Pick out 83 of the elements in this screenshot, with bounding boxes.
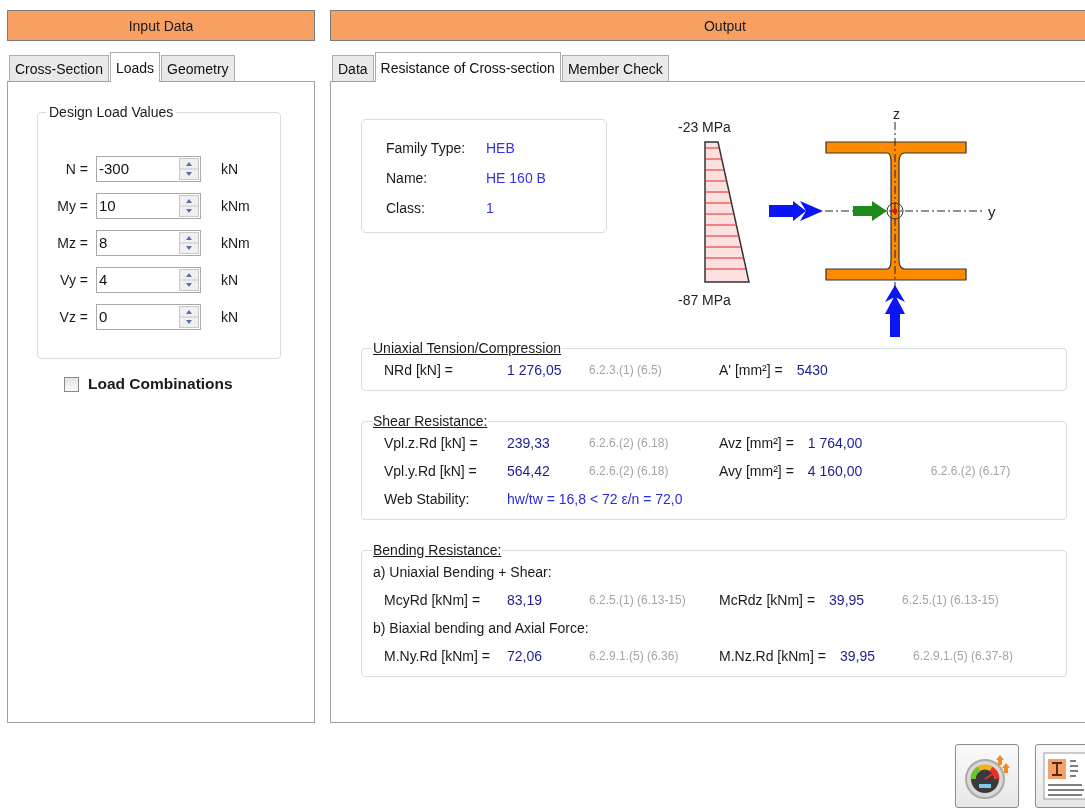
checkbox[interactable] [64, 376, 79, 392]
tab[interactable]: Geometry [161, 55, 235, 81]
stress-label: -87 MPa [678, 292, 731, 308]
centroid-icon [886, 202, 904, 220]
result-value: 1 764,00 [807, 435, 864, 451]
result-value: 83,19 [507, 592, 544, 608]
spin-field[interactable]: 0 [96, 303, 201, 330]
result-value: 72,06 [507, 648, 544, 664]
result-label: M.Nz.Rd [kNm] = [719, 648, 826, 664]
code-reference: 6.2.5.(1) (6.13-15) [589, 593, 687, 607]
axis-label: y [988, 203, 996, 220]
unit-label: kN [221, 308, 239, 325]
result-value: 5430 [796, 362, 829, 378]
result-label: McRdz [kNm] = [719, 592, 816, 608]
result-value: 564,42 [507, 463, 551, 479]
double-arrow-icon [769, 201, 823, 221]
tab[interactable]: Data [332, 55, 374, 81]
info-value: HEB [486, 140, 515, 156]
gauge-button[interactable] [955, 744, 1019, 808]
code-reference: 6.2.6.(2) (6.18) [589, 464, 670, 478]
result-value: 4 160,00 [807, 463, 864, 479]
result-value: 39,95 [829, 592, 866, 608]
spin-field[interactable]: 8 [96, 229, 201, 256]
info-value: 1 [486, 200, 494, 216]
result-label: M.Ny.Rd [kNm] = [384, 648, 491, 664]
unit-label: kNm [221, 234, 250, 251]
spinner-icon[interactable] [179, 194, 199, 217]
spinner-icon[interactable] [179, 305, 199, 328]
result-label: McyRd [kNm] = [384, 592, 482, 608]
info-label: Class: [386, 200, 426, 216]
stress-label: -23 MPa [678, 119, 731, 135]
report-button[interactable] [1035, 744, 1085, 808]
spinner-icon[interactable] [179, 268, 199, 291]
stability-check: hw/tw = 16,8 < 72 ε/n = 72,0 [507, 491, 683, 507]
panel-header: Input Data [7, 10, 315, 41]
spin-field[interactable]: -300 [96, 155, 201, 182]
info-value: HE 160 B [486, 170, 546, 186]
code-reference: 6.2.5.(1) (6.13-15) [902, 593, 999, 607]
spinner-icon[interactable] [179, 231, 199, 254]
result-label: Avy [mm²] = [719, 463, 794, 479]
spinner-icon[interactable] [179, 157, 199, 180]
tab[interactable]: Member Check [561, 55, 669, 81]
result-label: Vpl.y.Rd [kN] = [384, 463, 478, 479]
code-reference: 6.2.6.(2) (6.17) [930, 464, 1011, 478]
unit-label: kNm [221, 197, 250, 214]
double-arrow-icon [885, 285, 905, 337]
unit-label: kN [221, 271, 239, 288]
result-value: 39,95 [839, 648, 876, 664]
result-value: 239,33 [507, 435, 551, 451]
result-label: A' [mm²] = [719, 362, 783, 378]
code-reference: 6.2.6.(2) (6.18) [589, 436, 670, 450]
tab[interactable]: Cross-Section [9, 55, 109, 81]
checkbox-label[interactable]: Load Combinations [88, 375, 233, 393]
field-label: Vy = [59, 271, 89, 288]
field-label: Vz = [58, 308, 89, 325]
field-label: Mz = [56, 234, 89, 251]
code-reference: 6.2.9.1.(5) (6.36) [589, 649, 680, 663]
arrow-icon [853, 201, 887, 221]
result-value: 1 276,05 [507, 362, 563, 378]
spin-field[interactable]: 10 [96, 192, 201, 219]
axis-label: z [893, 106, 900, 122]
subsection-heading: a) Uniaxial Bending + Shear: [373, 564, 552, 580]
panel-header: Output [330, 10, 1085, 41]
group-title: Design Load Values [48, 104, 175, 120]
unit-label: kN [221, 160, 239, 177]
result-label: Avz [mm²] = [719, 435, 794, 451]
group-title: Uniaxial Tension/Compression [372, 340, 563, 356]
subsection-heading: b) Biaxial bending and Axial Force: [373, 620, 589, 636]
report-icon [1042, 751, 1085, 801]
tab[interactable]: Resistance of Cross-section [374, 52, 561, 82]
field-label: My = [56, 197, 89, 214]
group-title: Shear Resistance: [372, 413, 489, 429]
code-reference: 6.2.3.(1) (6.5) [589, 363, 663, 377]
result-label: Vpl.z.Rd [kN] = [384, 435, 479, 451]
spin-field[interactable]: 4 [96, 266, 201, 293]
group-title: Bending Resistance: [372, 542, 503, 558]
info-label: Family Type: [386, 140, 467, 156]
code-reference: 6.2.9.1.(5) (6.37-8) [912, 649, 1014, 663]
result-label: Web Stability: [384, 491, 471, 507]
info-label: Name: [386, 170, 429, 186]
field-label: N = [64, 160, 89, 177]
result-label: NRd [kN] = [384, 362, 454, 378]
tab[interactable]: Loads [109, 52, 161, 82]
